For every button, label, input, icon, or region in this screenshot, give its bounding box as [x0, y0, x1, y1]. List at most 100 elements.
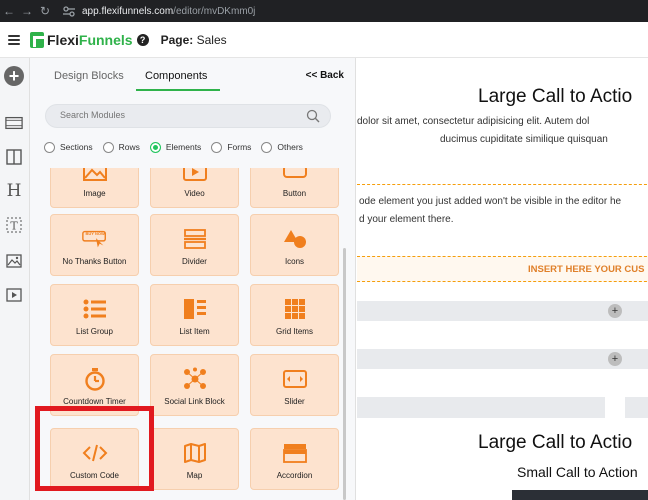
row-placeholder-1[interactable]: + [357, 301, 648, 321]
add-row-icon[interactable]: + [608, 352, 622, 366]
filter-sections[interactable]: Sections [44, 141, 93, 153]
filter-others[interactable]: Others [261, 141, 303, 153]
list-item-icon [181, 297, 209, 321]
filter-elements[interactable]: Elements [149, 141, 202, 153]
module-label: List Group [76, 327, 113, 336]
slider-icon [281, 367, 309, 391]
add-row-icon[interactable]: + [608, 304, 622, 318]
panel-tabs: Design Blocks Components << Back [30, 58, 356, 92]
reload-icon[interactable]: ↻ [36, 4, 54, 18]
module-label: Divider [182, 257, 207, 266]
module-tile-button[interactable]: Button [250, 168, 339, 208]
divider-icon [181, 227, 209, 251]
module-tile-no-thanks-button[interactable]: BUY NOW No Thanks Button [50, 214, 139, 276]
active-tab-indicator [136, 89, 220, 91]
filter-rows-label: Rows [118, 142, 140, 152]
social-icon [181, 367, 209, 391]
filter-rows[interactable]: Rows [102, 141, 140, 153]
module-tile-list-group[interactable]: List Group [50, 284, 139, 346]
module-label: List Item [179, 327, 210, 336]
canvas-heading-large-2[interactable]: Large Call to Actio [478, 432, 632, 454]
module-tile-image[interactable]: Image [50, 168, 139, 208]
site-info-icon[interactable] [62, 5, 76, 17]
browser-bar: ← → ↻ app.flexifunnels.com/editor/mvDKmm… [0, 0, 648, 22]
editor-canvas: Large Call to Actio dolor sit amet, cons… [357, 58, 648, 500]
search-input[interactable] [60, 110, 300, 120]
back-arrow-icon[interactable]: ← [0, 4, 18, 18]
accordion-icon [281, 441, 309, 465]
search-modules[interactable] [45, 104, 331, 128]
column-placeholder-1[interactable] [357, 397, 605, 418]
filter-elements-label: Elements [165, 142, 202, 152]
module-tile-video[interactable]: Video [150, 168, 239, 208]
module-tile-divider[interactable]: Divider [150, 214, 239, 276]
list-group-icon [81, 297, 109, 321]
url-path: /editor/mvDKmm0j [173, 5, 256, 17]
tab-design-blocks[interactable]: Design Blocks [54, 70, 124, 82]
custom-code-highlight [35, 406, 154, 491]
panel-scrollbar[interactable] [343, 248, 346, 500]
video-rail-icon[interactable] [5, 286, 23, 304]
radio-sections[interactable] [44, 141, 55, 153]
filter-forms-label: Forms [227, 142, 252, 152]
columns-icon[interactable] [5, 148, 23, 166]
forward-arrow-icon[interactable]: → [18, 4, 36, 18]
radio-forms[interactable] [211, 141, 223, 153]
module-label: Accordion [276, 471, 313, 480]
column-placeholder-2[interactable] [625, 397, 648, 418]
module-tile-grid-items[interactable]: Grid Items [250, 284, 339, 346]
module-label: Slider [284, 397, 305, 406]
module-tile-accordion[interactable]: Accordion [250, 428, 339, 490]
logo-text-part1: Flexi [47, 31, 79, 48]
logo: FlexiFunnels [30, 31, 133, 48]
insert-label: INSERT HERE YOUR CUS [528, 264, 645, 275]
filter-others-label: Others [277, 142, 303, 152]
url-host: app.flexifunnels.com [82, 5, 174, 17]
search-icon[interactable] [306, 109, 320, 123]
canvas-heading-small[interactable]: Small Call to Action [517, 464, 638, 480]
canvas-paragraph-line-1[interactable]: dolor sit amet, consectetur adipisicing … [357, 116, 589, 127]
canvas-heading-large[interactable]: Large Call to Actio [478, 86, 632, 108]
module-label: Image [83, 189, 106, 198]
module-tile-icons[interactable]: Icons [250, 214, 339, 276]
module-label: Map [186, 471, 203, 480]
text-icon[interactable]: T [5, 216, 23, 234]
row-placeholder-2[interactable]: + [357, 349, 648, 369]
module-tile-map[interactable]: Map [150, 428, 239, 490]
module-label: Grid Items [276, 327, 313, 336]
canvas-paragraph-line-2[interactable]: ducimus cupiditate similique quisquan [440, 134, 608, 145]
dark-content-block[interactable] [512, 490, 648, 500]
insert-code-placeholder[interactable]: INSERT HERE YOUR CUS [357, 256, 648, 282]
svg-text:T: T [10, 220, 18, 233]
custom-code-element[interactable]: ode element you just added won't be visi… [357, 184, 648, 234]
radio-others[interactable] [261, 141, 273, 153]
add-element-icon[interactable]: + [4, 66, 24, 86]
page-label: Page: Sales [161, 33, 227, 47]
help-icon[interactable]: ? [136, 33, 149, 46]
radio-rows[interactable] [102, 141, 114, 153]
heading-icon[interactable]: H [5, 181, 23, 201]
menu-icon[interactable] [8, 34, 20, 45]
address-bar[interactable]: app.flexifunnels.com/editor/mvDKmm0j [82, 6, 255, 17]
module-label: Social Link Block [164, 397, 225, 406]
timer-icon [81, 367, 109, 391]
module-filter: Sections Rows Elements Forms Others [44, 140, 313, 154]
radio-elements[interactable] [149, 141, 161, 153]
module-tile-list-item[interactable]: List Item [150, 284, 239, 346]
no-thanks-button-icon: BUY NOW [81, 227, 109, 251]
filter-forms[interactable]: Forms [211, 141, 252, 153]
module-label: Countdown Timer [63, 397, 126, 406]
shapes-icon [281, 227, 309, 251]
map-icon [181, 441, 209, 465]
button-icon [281, 168, 309, 183]
section-icon[interactable] [5, 114, 23, 132]
module-tile-social-link-block[interactable]: Social Link Block [150, 354, 239, 416]
module-tile-slider[interactable]: Slider [250, 354, 339, 416]
left-toolbar: + H T [0, 58, 30, 500]
filter-sections-label: Sections [60, 142, 93, 152]
image-icon [81, 168, 109, 183]
grid-icon [281, 297, 309, 321]
image-rail-icon[interactable] [5, 252, 23, 270]
tab-components[interactable]: Components [145, 70, 207, 82]
back-link[interactable]: << Back [306, 70, 344, 81]
